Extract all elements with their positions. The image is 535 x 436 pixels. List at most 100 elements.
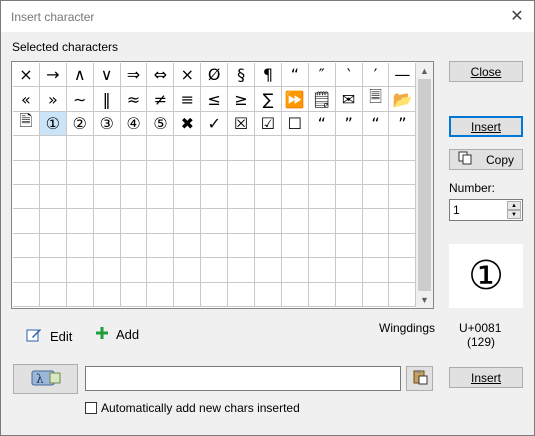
char-cell[interactable] (174, 233, 202, 259)
char-cell[interactable] (281, 184, 309, 210)
char-cell[interactable]: “ (308, 111, 336, 137)
number-value[interactable]: 1 (453, 203, 460, 217)
char-cell[interactable] (389, 136, 417, 161)
char-cell[interactable] (93, 282, 121, 307)
char-cell[interactable]: “ (362, 111, 390, 137)
char-cell[interactable] (147, 233, 175, 259)
char-cell[interactable] (362, 160, 390, 185)
char-cell[interactable] (389, 209, 417, 234)
char-cell[interactable]: ① (39, 111, 67, 137)
char-cell[interactable]: ≠ (147, 87, 175, 112)
char-cell[interactable] (228, 258, 256, 283)
char-cell[interactable] (335, 233, 363, 259)
char-cell[interactable] (13, 282, 40, 307)
char-cell[interactable] (201, 282, 229, 307)
char-cell[interactable] (39, 233, 67, 259)
char-cell[interactable] (120, 209, 148, 234)
char-cell[interactable] (228, 209, 256, 234)
char-cell[interactable] (66, 282, 94, 307)
char-cell[interactable]: ✓ (201, 111, 229, 137)
char-cell[interactable] (281, 160, 309, 185)
char-cell[interactable] (228, 282, 256, 307)
char-cell[interactable] (93, 160, 121, 185)
char-cell[interactable] (201, 184, 229, 210)
char-cell[interactable]: ” (335, 111, 363, 137)
char-cell[interactable] (255, 136, 282, 161)
char-cell[interactable]: ☐ (281, 111, 309, 137)
char-cell[interactable]: ④ (120, 111, 148, 137)
char-cell[interactable] (39, 209, 67, 234)
char-cell[interactable] (228, 233, 256, 259)
char-cell[interactable] (13, 160, 40, 185)
char-cell[interactable] (362, 282, 390, 307)
char-cell[interactable]: ⑤ (147, 111, 175, 137)
char-cell[interactable] (201, 233, 229, 259)
char-cell[interactable] (174, 136, 202, 161)
close-icon[interactable]: ✕ (508, 7, 526, 25)
char-cell[interactable] (66, 136, 94, 161)
char-cell[interactable]: « (13, 87, 40, 112)
char-cell[interactable] (93, 209, 121, 234)
insert-button[interactable]: Insert (449, 116, 523, 137)
char-cell[interactable]: × (13, 63, 40, 88)
char-cell[interactable] (201, 160, 229, 185)
char-cell[interactable] (335, 184, 363, 210)
char-cell[interactable] (174, 209, 202, 234)
char-cell[interactable] (362, 184, 390, 210)
char-cell[interactable]: ‖ (93, 87, 121, 112)
char-cell[interactable] (308, 233, 336, 259)
char-cell[interactable] (39, 258, 67, 283)
auto-add-checkbox[interactable] (85, 402, 97, 414)
char-cell[interactable]: ② (66, 111, 94, 137)
char-cell[interactable] (255, 282, 282, 307)
char-cell[interactable] (228, 160, 256, 185)
char-cell[interactable] (147, 258, 175, 283)
char-cell[interactable] (147, 136, 175, 161)
char-cell[interactable] (281, 282, 309, 307)
char-cell[interactable] (93, 136, 121, 161)
stepper-down-icon[interactable]: ▼ (507, 210, 521, 219)
char-cell[interactable] (120, 233, 148, 259)
char-cell[interactable]: ∑ (255, 87, 282, 112)
char-cell[interactable]: ≥ (228, 87, 256, 112)
char-cell[interactable] (93, 233, 121, 259)
char-cell[interactable] (389, 258, 417, 283)
stepper-up-icon[interactable]: ▲ (507, 201, 521, 210)
char-cell[interactable] (174, 184, 202, 210)
char-cell[interactable] (39, 136, 67, 161)
char-cell[interactable] (281, 209, 309, 234)
char-cell[interactable]: ≈ (120, 87, 148, 112)
char-cell[interactable] (174, 160, 202, 185)
char-cell[interactable] (201, 136, 229, 161)
characters-input[interactable] (85, 366, 401, 391)
char-cell[interactable] (66, 233, 94, 259)
char-cell[interactable] (255, 184, 282, 210)
char-cell[interactable]: ⏩ (281, 87, 309, 112)
char-cell[interactable]: ≤ (201, 87, 229, 112)
char-cell[interactable] (362, 233, 390, 259)
paste-button[interactable] (406, 366, 433, 391)
char-cell[interactable] (362, 258, 390, 283)
scroll-down-icon[interactable]: ▼ (416, 291, 433, 308)
char-cell[interactable] (308, 209, 336, 234)
char-cell[interactable] (281, 136, 309, 161)
char-cell[interactable]: “ (281, 63, 309, 88)
char-cell[interactable]: — (389, 63, 417, 88)
scroll-thumb[interactable] (418, 79, 431, 291)
char-cell[interactable] (66, 209, 94, 234)
number-stepper[interactable]: 1 ▲ ▼ (449, 199, 523, 221)
char-cell[interactable]: ¶ (255, 63, 282, 88)
char-cell[interactable] (13, 233, 40, 259)
add-button[interactable]: Add (96, 327, 139, 342)
char-cell[interactable]: ☒ (228, 111, 256, 137)
char-cell[interactable] (174, 282, 202, 307)
char-cell[interactable] (308, 282, 336, 307)
char-cell[interactable]: ∨ (93, 63, 121, 88)
char-cell[interactable] (255, 258, 282, 283)
char-cell[interactable] (120, 136, 148, 161)
char-cell[interactable] (120, 184, 148, 210)
close-button[interactable]: Close (449, 61, 523, 82)
char-cell[interactable] (147, 209, 175, 234)
char-cell[interactable] (147, 184, 175, 210)
char-cell[interactable] (308, 160, 336, 185)
